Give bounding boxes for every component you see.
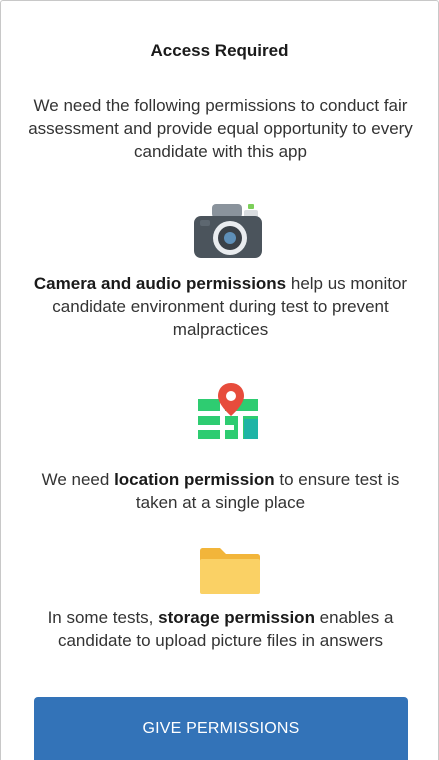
give-permissions-button[interactable]: GIVE PERMISSIONS xyxy=(34,697,408,760)
camera-icon xyxy=(194,204,262,258)
location-permission-name: location permission xyxy=(114,470,275,489)
map-pin-icon xyxy=(198,383,258,439)
permissions-dialog: Access Required We need the following pe… xyxy=(0,0,439,760)
storage-permission-lead: In some tests, xyxy=(47,608,159,627)
camera-permission-text: Camera and audio permissions help us mon… xyxy=(23,272,418,341)
intro-text: We need the following permissions to con… xyxy=(28,96,413,161)
storage-permission-name: storage permission xyxy=(158,608,315,627)
storage-permission-text: In some tests, storage permission enable… xyxy=(23,606,418,652)
location-permission-lead: We need xyxy=(41,470,115,489)
folder-icon xyxy=(200,548,260,594)
camera-permission-name: Camera and audio permissions xyxy=(33,274,287,293)
location-permission-text: We need location permission to ensure te… xyxy=(23,468,418,514)
dialog-title: Access Required xyxy=(150,41,289,60)
